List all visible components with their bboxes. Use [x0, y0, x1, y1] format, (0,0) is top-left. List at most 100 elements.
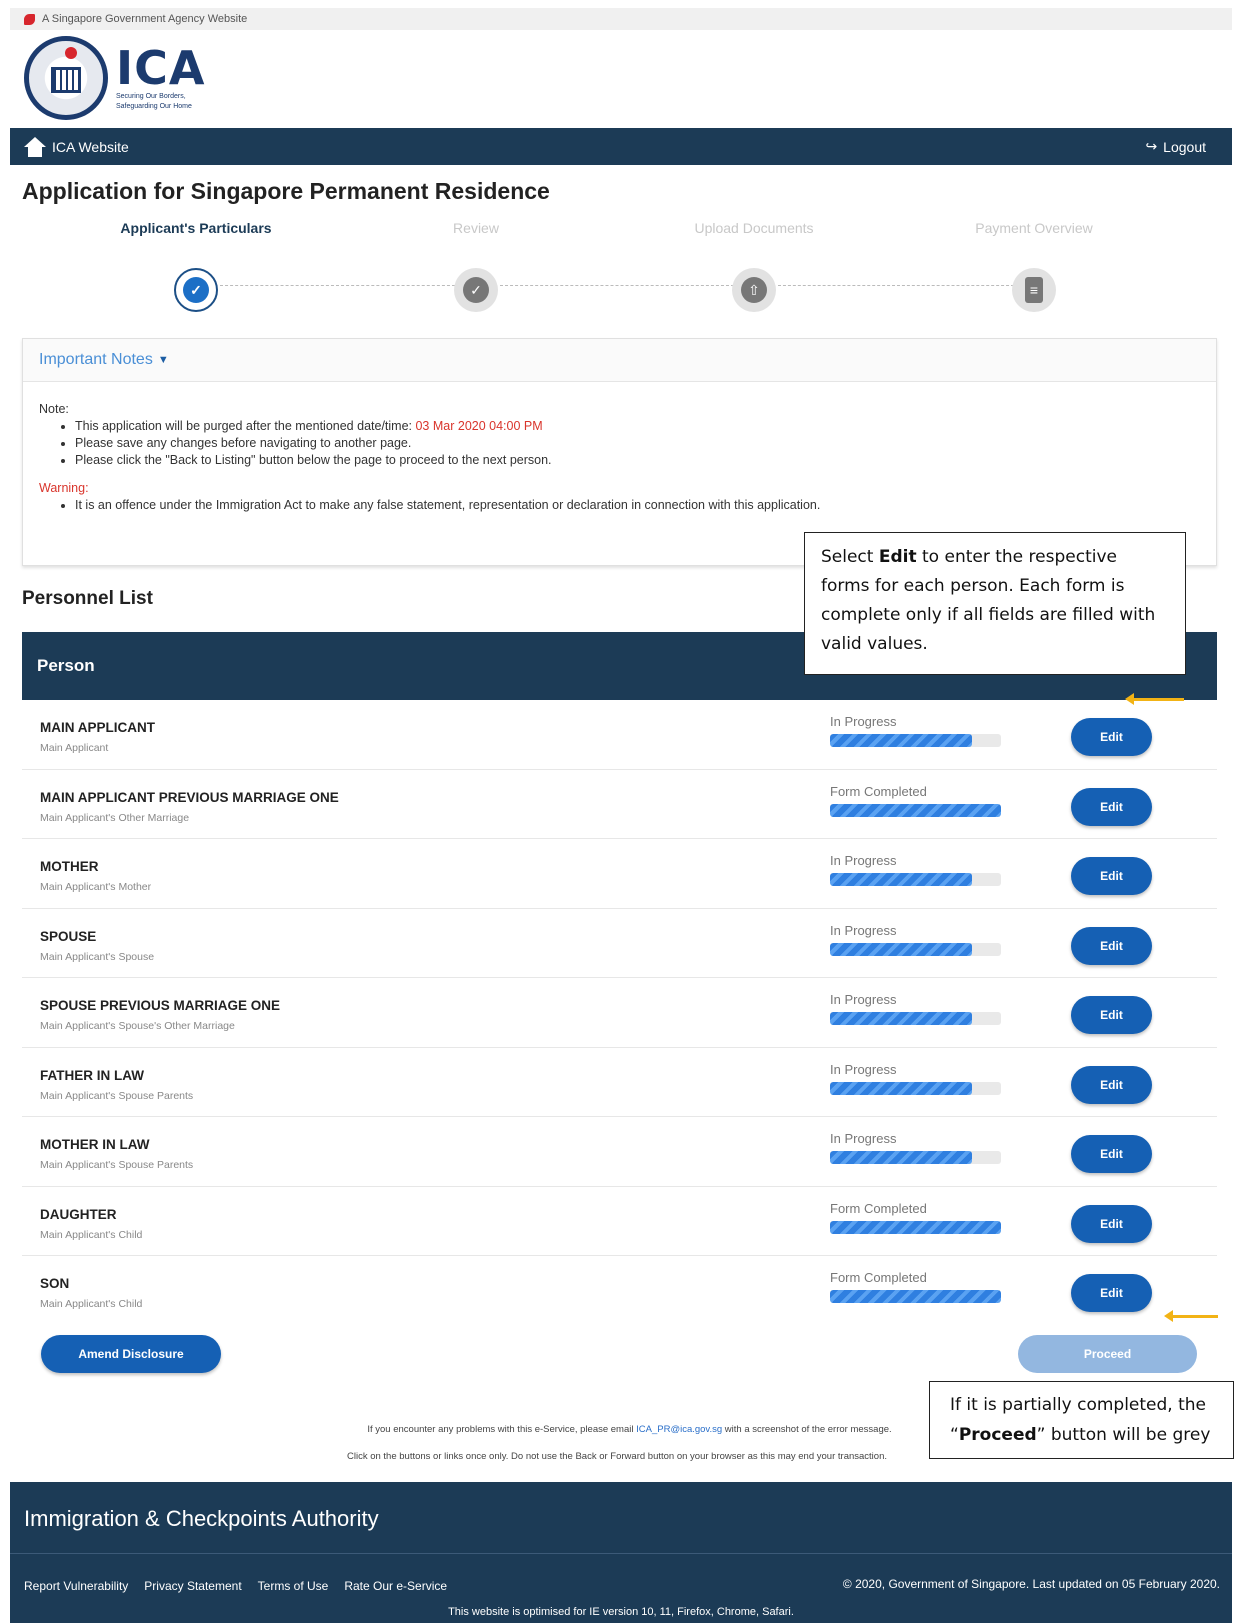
form-status: In Progress [830, 1061, 897, 1077]
document-icon: ≡ [1025, 277, 1043, 303]
footer-links: Report Vulnerability Privacy Statement T… [24, 1579, 447, 1593]
progress-stepper: Applicant's Particulars ✓ Review ✓ Uploa… [22, 220, 1222, 320]
person-relation: Main Applicant's Child [40, 1298, 143, 1310]
personnel-list: MAIN APPLICANT Main Applicant In Progres… [22, 700, 1217, 1326]
ica-crest-icon [24, 36, 108, 120]
step-label: Review [453, 220, 499, 236]
edit-button[interactable]: Edit [1071, 1204, 1152, 1243]
person-name: MOTHER IN LAW [40, 1137, 150, 1152]
table-row: SPOUSE Main Applicant's Spouse In Progre… [22, 909, 1217, 978]
step-label: Upload Documents [694, 220, 814, 236]
important-notes-title: Important Notes [39, 351, 153, 368]
chevron-down-icon: ▼ [157, 354, 169, 366]
form-status: In Progress [830, 714, 897, 729]
proceed-instruction-callout: If it is partially completed, the “Proce… [929, 1381, 1234, 1459]
edit-button[interactable]: Edit [1071, 857, 1152, 895]
person-name: MAIN APPLICANT PREVIOUS MARRIAGE ONE [40, 789, 339, 805]
person-name: SPOUSE PREVIOUS MARRIAGE ONE [40, 998, 281, 1013]
person-relation: Main Applicant's Other Marriage [40, 811, 190, 824]
progress-fill [830, 873, 972, 886]
ica-logo[interactable]: ICA Securing Our Borders, Safeguarding O… [24, 36, 205, 120]
form-status: Form Completed [830, 1200, 927, 1216]
form-status: In Progress [830, 922, 897, 938]
home-link[interactable]: ICA Website [24, 136, 129, 157]
navigation-warning: Click on the buttons or links once only.… [346, 1451, 887, 1462]
lion-head-icon [24, 13, 35, 25]
step-applicants-particulars[interactable]: Applicant's Particulars ✓ [76, 220, 316, 312]
progress-fill [830, 1012, 972, 1025]
note-item: Please save any changes before navigatin… [75, 436, 1200, 450]
edit-button[interactable]: Edit [1071, 1065, 1152, 1104]
form-status: Form Completed [830, 1270, 927, 1285]
edit-button[interactable]: Edit [1071, 926, 1152, 965]
progress-fill [830, 1081, 972, 1095]
table-row: MAIN APPLICANT Main Applicant In Progres… [22, 700, 1217, 770]
person-relation: Main Applicant's Spouse Parents [40, 1159, 194, 1171]
progress-fill [830, 1151, 972, 1164]
note-item: This application will be purged after th… [75, 419, 1200, 433]
edit-button[interactable]: Edit [1071, 787, 1152, 826]
step-review: Review ✓ [356, 220, 596, 312]
edit-button[interactable]: Edit [1071, 718, 1152, 756]
edit-button[interactable]: Edit [1071, 996, 1152, 1034]
table-row: MAIN APPLICANT PREVIOUS MARRIAGE ONE Mai… [22, 770, 1217, 839]
warning-label: Warning: [39, 481, 89, 495]
badge-check-icon: ✓ [183, 277, 209, 303]
progress-bar [830, 1012, 1001, 1025]
form-status: In Progress [830, 992, 897, 1007]
home-link-label: ICA Website [52, 138, 129, 155]
footer-link-rate-eservice[interactable]: Rate Our e-Service [344, 1579, 447, 1593]
footer-link-privacy-statement[interactable]: Privacy Statement [144, 1579, 241, 1593]
help-message: If you encounter any problems with this … [367, 1424, 892, 1435]
step-circle: ✓ [174, 268, 218, 312]
person-name: MOTHER [40, 859, 99, 874]
progress-bar [830, 734, 1001, 747]
top-navbar: ICA Website ↪ Logout [10, 128, 1232, 165]
progress-bar [830, 1081, 1001, 1095]
page-title: Application for Singapore Permanent Resi… [22, 178, 550, 204]
logout-label: Logout [1163, 138, 1206, 155]
gov-banner-text: A Singapore Government Agency Website [42, 13, 248, 25]
support-email-link[interactable]: ICA_PR@ica.gov.sg [636, 1424, 722, 1435]
progress-fill [830, 734, 972, 747]
annotation-arrow-icon [1164, 1310, 1218, 1322]
logo-text: ICA [116, 41, 206, 95]
step-label: Payment Overview [975, 220, 1093, 236]
logout-link[interactable]: ↪ Logout [1145, 138, 1206, 155]
person-relation: Main Applicant's Spouse Parents [40, 1089, 194, 1102]
form-status: In Progress [830, 853, 897, 868]
edit-instruction-callout: Select Edit to enter the respective form… [804, 532, 1186, 675]
progress-bar [830, 1290, 1001, 1303]
logo-tagline-2: Safeguarding Our Home [116, 103, 192, 110]
footer-copyright: © 2020, Government of Singapore. Last up… [842, 1577, 1220, 1591]
proceed-button[interactable]: Proceed [1018, 1335, 1197, 1373]
table-row: FATHER IN LAW Main Applicant's Spouse Pa… [22, 1048, 1217, 1117]
progress-bar [830, 1220, 1001, 1234]
logout-icon: ↪ [1145, 138, 1158, 154]
personnel-list-title: Personnel List [22, 588, 153, 609]
progress-bar [830, 1151, 1001, 1164]
person-name: SPOUSE [40, 928, 97, 944]
note-label: Note: [39, 402, 69, 416]
step-circle: ✓ [454, 268, 498, 312]
person-name: FATHER IN LAW [40, 1067, 144, 1083]
person-relation: Main Applicant's Child [40, 1228, 143, 1241]
note-item: Please click the "Back to Listing" butto… [75, 453, 1200, 467]
footer-link-terms-of-use[interactable]: Terms of Use [258, 1579, 329, 1593]
column-header-person: Person [37, 656, 95, 675]
important-notes-toggle[interactable]: Important Notes ▼ [23, 339, 1216, 382]
edit-button[interactable]: Edit [1071, 1274, 1152, 1312]
step-circle: ⇧ [732, 268, 776, 312]
footer-org-name: Immigration & Checkpoints Authority [24, 1506, 379, 1531]
form-status: In Progress [830, 1131, 897, 1146]
progress-fill [830, 803, 1001, 817]
person-name: DAUGHTER [40, 1206, 117, 1222]
purge-date: 03 Mar 2020 04:00 PM [415, 419, 543, 433]
table-row: MOTHER IN LAW Main Applicant's Spouse Pa… [22, 1117, 1217, 1187]
footer-link-report-vulnerability[interactable]: Report Vulnerability [24, 1579, 128, 1593]
person-relation: Main Applicant [40, 742, 109, 754]
amend-disclosure-button[interactable]: Amend Disclosure [41, 1335, 221, 1373]
person-relation: Main Applicant's Mother [40, 881, 152, 893]
table-row: SPOUSE PREVIOUS MARRIAGE ONE Main Applic… [22, 978, 1217, 1048]
edit-button[interactable]: Edit [1071, 1135, 1152, 1173]
